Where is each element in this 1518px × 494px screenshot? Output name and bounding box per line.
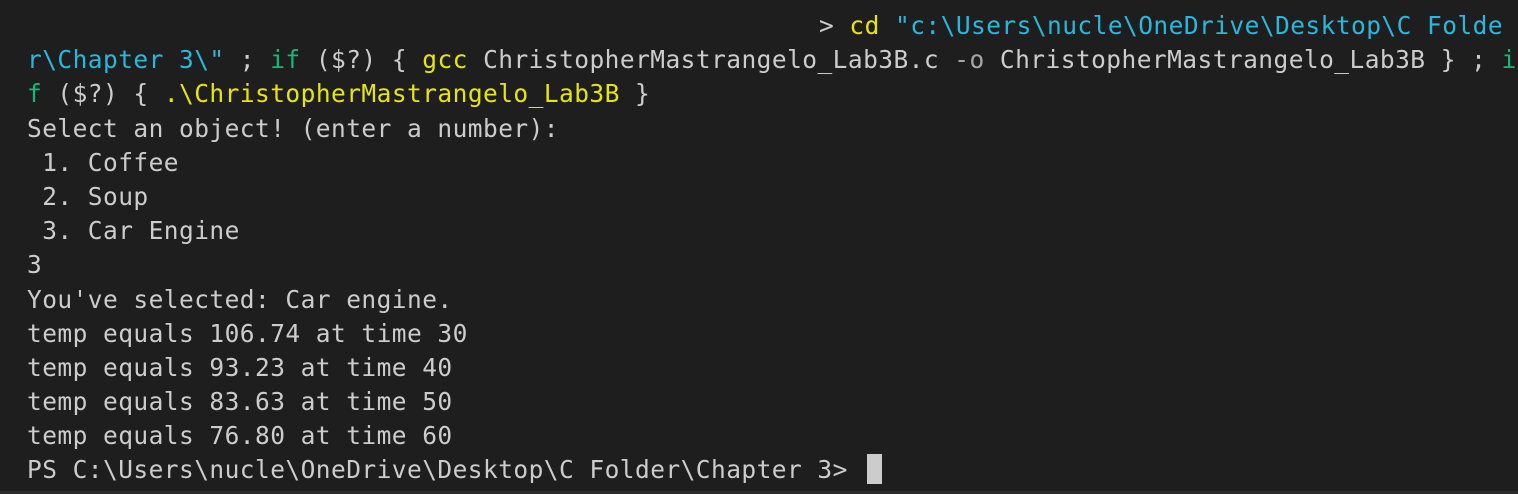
brace-open-1: {	[391, 45, 408, 75]
command-line-1: > cd "c:\Users\nucle\OneDrive\Desktop\C …	[27, 9, 1518, 43]
output-line: temp equals 76.80 at time 60	[27, 421, 453, 451]
output-line: 2. Soup	[27, 181, 149, 211]
brace-open-2: {	[133, 79, 149, 109]
path-argument-part2: r\Chapter 3\"	[27, 45, 225, 75]
text-cursor	[867, 454, 883, 485]
output-line: temp equals 93.23 at time 40	[27, 352, 453, 382]
separator-1: ;	[224, 45, 271, 75]
if-keyword-2a: i	[1501, 45, 1517, 75]
source-file: ChristopherMastrangelo_Lab3B.c	[483, 45, 940, 75]
brace-close-1: }	[1440, 45, 1456, 75]
gcc-command: gcc	[422, 45, 468, 75]
separator-2: ;	[1455, 45, 1502, 75]
shell-prompt-line[interactable]: PS C:\Users\nucle\OneDrive\Desktop\C Fol…	[27, 453, 1518, 487]
output-line: You've selected: Car engine.	[27, 284, 453, 314]
shell-prompt: PS C:\Users\nucle\OneDrive\Desktop\C Fol…	[27, 455, 848, 485]
path-argument-part1: "c:\Users\nucle\OneDrive\Desktop\C Folde	[895, 11, 1504, 40]
output-file: ChristopherMastrangelo_Lab3B	[999, 45, 1426, 75]
prompt-chevron: >	[819, 11, 835, 40]
cd-command: cd	[849, 11, 880, 40]
command-line-3: f ($?) { .\ChristopherMastrangelo_Lab3B …	[27, 77, 1518, 111]
output-line: 3	[27, 250, 43, 280]
output-line: temp equals 83.63 at time 50	[27, 387, 453, 417]
command-line-2: r\Chapter 3\" ; if ($?) { gcc Christophe…	[27, 43, 1518, 77]
condition-1: ($?)	[315, 45, 377, 75]
output-line: temp equals 106.74 at time 30	[27, 318, 468, 348]
if-keyword-1: if	[270, 45, 301, 75]
output-line: 1. Coffee	[27, 147, 180, 177]
terminal-panel[interactable]: > cd "c:\Users\nucle\OneDrive\Desktop\C …	[0, 0, 1518, 494]
output-flag: -o	[954, 45, 985, 75]
executable-path: .\ChristopherMastrangelo_Lab3B	[163, 79, 620, 109]
condition-2: ($?)	[57, 79, 119, 109]
output-line: Select an object! (enter a number):	[27, 113, 560, 143]
output-line: 3. Car Engine	[27, 216, 240, 246]
brace-close-2: }	[635, 79, 651, 109]
if-keyword-2b: f	[27, 79, 43, 109]
